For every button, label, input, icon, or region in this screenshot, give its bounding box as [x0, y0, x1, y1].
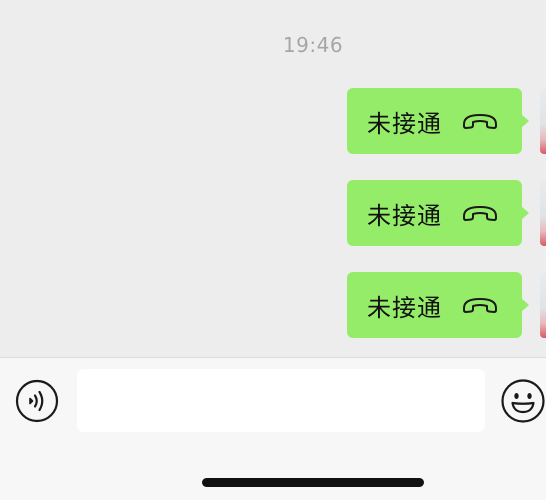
avatar[interactable] — [540, 88, 546, 154]
home-indicator[interactable] — [202, 478, 424, 487]
avatar[interactable] — [540, 272, 546, 338]
call-status-text: 未接通 — [367, 201, 442, 230]
phone-hangup-icon — [463, 114, 497, 129]
message-row: 未接通 — [0, 88, 546, 154]
emoji-icon[interactable] — [500, 378, 546, 424]
call-message-bubble[interactable]: 未接通 — [347, 272, 529, 338]
avatar[interactable] — [540, 180, 546, 246]
call-status-text: 未接通 — [367, 109, 442, 138]
call-message-bubble[interactable]: 未接通 — [347, 88, 529, 154]
message-row: 未接通 — [0, 180, 546, 246]
input-bar — [0, 358, 546, 500]
message-timestamp: 19:46 — [282, 33, 344, 57]
voice-icon[interactable] — [15, 379, 59, 423]
phone-hangup-icon — [463, 298, 497, 313]
phone-hangup-icon — [463, 206, 497, 221]
call-message-bubble[interactable]: 未接通 — [347, 180, 529, 246]
message-row: 未接通 — [0, 272, 546, 338]
chat-area: 19:46 未接通 未接通 未接通 — [0, 0, 546, 357]
message-input[interactable] — [77, 369, 485, 432]
call-status-text: 未接通 — [367, 293, 442, 322]
